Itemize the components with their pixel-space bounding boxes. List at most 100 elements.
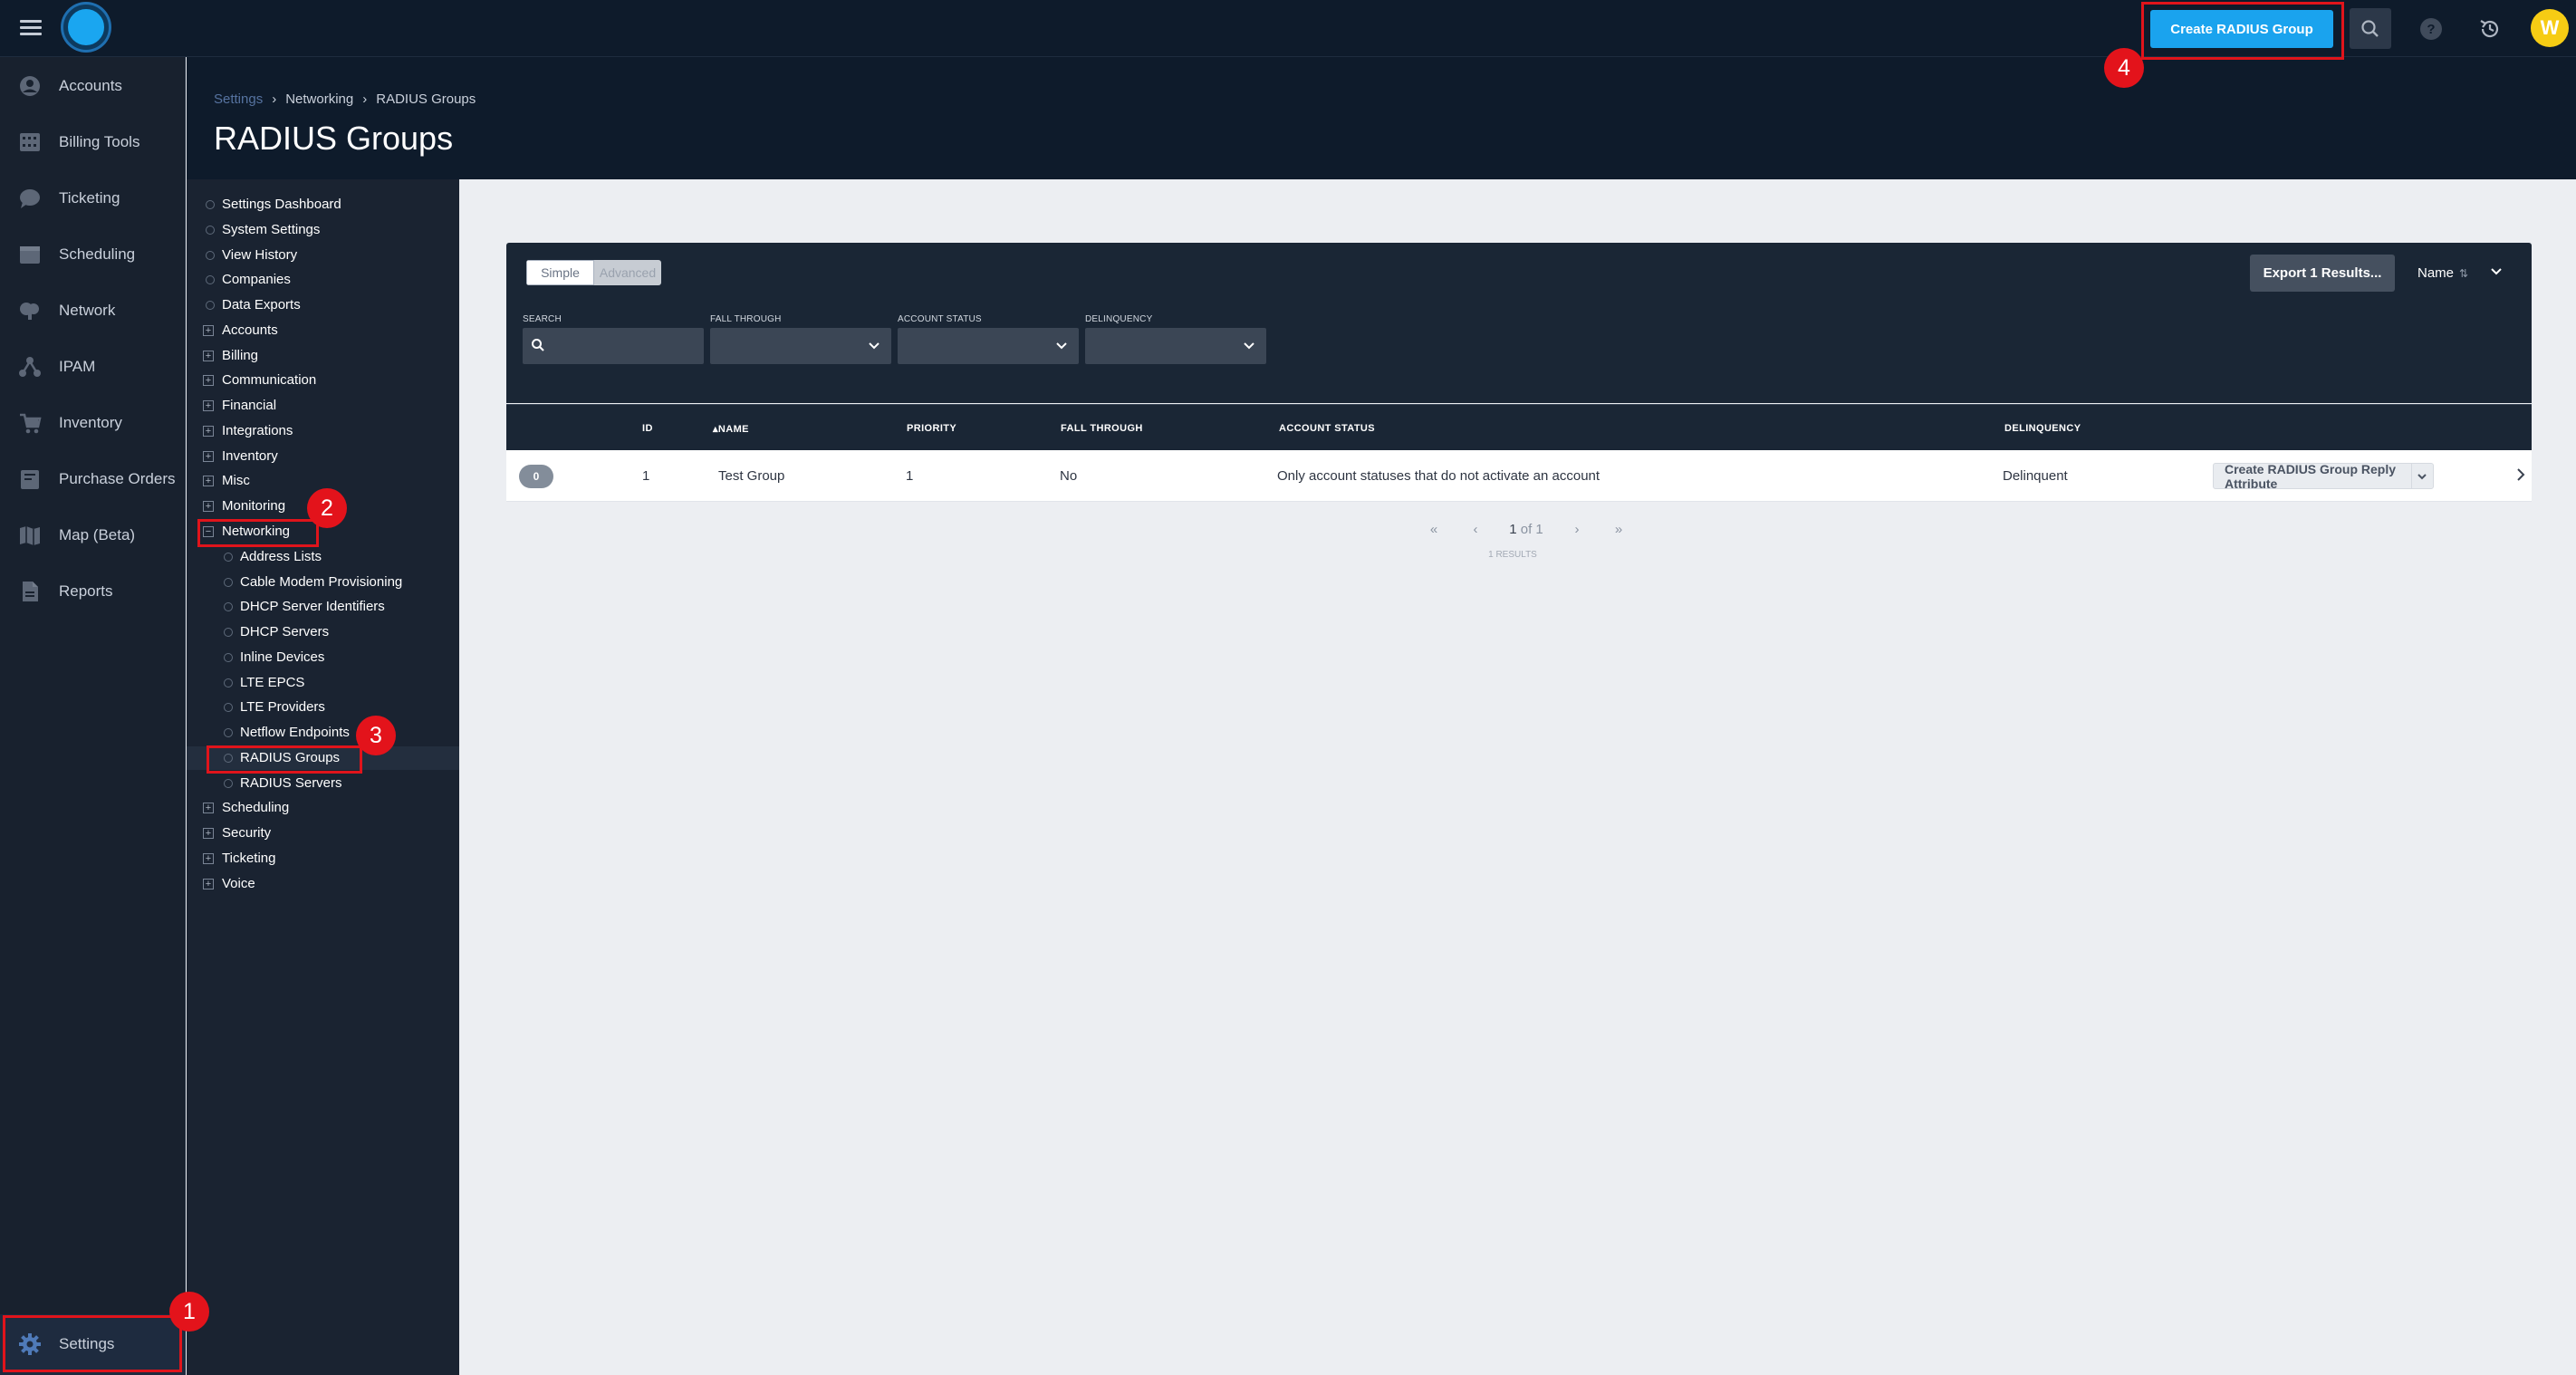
table-row[interactable]: 0 1 Test Group 1 No Only account statuse… xyxy=(506,450,2532,502)
nav-item-network[interactable]: Network xyxy=(0,290,186,332)
tree-group-communication[interactable]: + Communication xyxy=(187,369,459,392)
expand-icon: + xyxy=(203,501,214,512)
tree-group-scheduling[interactable]: + Scheduling xyxy=(187,796,459,820)
chevron-down-icon xyxy=(1244,342,1254,350)
tree-item-data-exports[interactable]: Data Exports xyxy=(187,293,459,317)
nav-item-accounts[interactable]: Accounts xyxy=(0,65,186,107)
purchase-order-icon xyxy=(21,470,39,489)
tree-group-voice[interactable]: + Voice xyxy=(187,872,459,896)
tree-item-dhcp-server-identifiers[interactable]: DHCP Server Identifiers xyxy=(187,595,459,619)
map-icon xyxy=(20,526,40,545)
annotation-step-1: 1 xyxy=(169,1292,209,1332)
tree-group-financial[interactable]: + Financial xyxy=(187,394,459,418)
bullet-icon xyxy=(224,553,233,562)
tree-item-radius-groups[interactable]: RADIUS Groups xyxy=(187,746,459,770)
export-results-button[interactable]: Export 1 Results... xyxy=(2250,255,2395,292)
expand-icon: + xyxy=(203,400,214,411)
tree-item-netflow-endpoints[interactable]: Netflow Endpoints xyxy=(187,721,459,745)
tree-item-address-lists[interactable]: Address Lists xyxy=(187,545,459,569)
nav-label: Network xyxy=(59,302,116,319)
calendar-icon xyxy=(20,246,40,264)
top-bar: Create RADIUS Group ? W xyxy=(0,0,2576,57)
expand-icon: + xyxy=(203,879,214,889)
bullet-icon xyxy=(224,728,233,737)
tree-group-inventory[interactable]: + Inventory xyxy=(187,445,459,468)
sort-select[interactable]: Name ⇅ xyxy=(2403,255,2519,292)
count-badge: 0 xyxy=(519,465,553,488)
nav-label: Ticketing xyxy=(59,189,120,207)
tree-item-companies[interactable]: Companies xyxy=(187,268,459,292)
nav-item-purchase-orders[interactable]: Purchase Orders xyxy=(0,458,186,500)
bullet-icon xyxy=(206,200,215,209)
nav-item-billing-tools[interactable]: Billing Tools xyxy=(0,121,186,163)
column-header-id[interactable]: ID xyxy=(642,423,653,434)
first-page-button[interactable]: « xyxy=(1413,522,1455,537)
nav-item-map-beta[interactable]: Map (Beta) xyxy=(0,514,186,556)
nav-item-scheduling[interactable]: Scheduling xyxy=(0,234,186,275)
gear-icon xyxy=(19,1333,41,1355)
settings-tree: Settings Dashboard System Settings View … xyxy=(187,179,459,1375)
sort-icon: ⇅ xyxy=(2459,266,2469,280)
help-icon[interactable]: ? xyxy=(2420,18,2442,40)
tree-item-view-history[interactable]: View History xyxy=(187,244,459,267)
user-avatar[interactable]: W xyxy=(2531,9,2569,47)
advanced-mode-tab[interactable]: Advanced xyxy=(594,260,661,285)
tree-item-lte-epcs[interactable]: LTE EPCS xyxy=(187,671,459,695)
bullet-icon xyxy=(224,653,233,662)
nav-label: Reports xyxy=(59,582,113,600)
nav-item-reports[interactable]: Reports xyxy=(0,571,186,612)
breadcrumb-networking[interactable]: Networking xyxy=(285,91,353,107)
expand-icon: + xyxy=(203,853,214,864)
account-status-select[interactable] xyxy=(898,328,1079,364)
expand-icon: + xyxy=(203,476,214,486)
ipam-nodes-icon xyxy=(19,357,41,377)
breadcrumb-settings[interactable]: Settings xyxy=(214,91,263,107)
nav-item-ticketing[interactable]: Ticketing xyxy=(0,178,186,219)
global-search-button[interactable] xyxy=(2350,8,2391,49)
column-header-fall-through[interactable]: FALL THROUGH xyxy=(1061,423,1143,434)
bullet-icon xyxy=(224,703,233,712)
nav-item-ipam[interactable]: IPAM xyxy=(0,346,186,388)
column-header-account-status[interactable]: ACCOUNT STATUS xyxy=(1279,423,1375,434)
search-input[interactable] xyxy=(523,328,704,364)
nav-item-inventory[interactable]: Inventory xyxy=(0,402,186,444)
tree-group-accounts[interactable]: + Accounts xyxy=(187,319,459,342)
tree-item-radius-servers[interactable]: RADIUS Servers xyxy=(187,772,459,795)
prev-page-button[interactable]: ‹ xyxy=(1455,522,1496,537)
tree-item-cable-modem-provisioning[interactable]: Cable Modem Provisioning xyxy=(187,571,459,594)
chevron-right-icon[interactable] xyxy=(2515,466,2526,483)
tree-item-system-settings[interactable]: System Settings xyxy=(187,218,459,242)
simple-mode-tab[interactable]: Simple xyxy=(526,260,594,285)
tree-item-dhcp-servers[interactable]: DHCP Servers xyxy=(187,620,459,644)
tree-item-lte-providers[interactable]: LTE Providers xyxy=(187,696,459,719)
chevron-down-icon[interactable] xyxy=(2417,472,2427,483)
tree-group-integrations[interactable]: + Integrations xyxy=(187,419,459,443)
tree-group-security[interactable]: + Security xyxy=(187,822,459,845)
expand-icon: + xyxy=(203,351,214,361)
last-page-button[interactable]: » xyxy=(1598,522,1639,537)
app-logo[interactable] xyxy=(63,5,109,50)
next-page-button[interactable]: › xyxy=(1556,522,1598,537)
column-header-priority[interactable]: PRIORITY xyxy=(907,423,956,434)
history-icon[interactable] xyxy=(2476,15,2504,43)
nav-label: IPAM xyxy=(59,358,96,375)
bullet-icon xyxy=(206,251,215,260)
tree-item-settings-dashboard[interactable]: Settings Dashboard xyxy=(187,193,459,216)
cell-name: Test Group xyxy=(718,468,785,484)
tree-group-ticketing[interactable]: + Ticketing xyxy=(187,847,459,870)
nav-item-settings[interactable]: Settings xyxy=(0,1314,186,1375)
tree-group-billing[interactable]: + Billing xyxy=(187,344,459,368)
menu-icon[interactable] xyxy=(20,20,42,36)
page-title: RADIUS Groups xyxy=(214,120,454,157)
tree-item-inline-devices[interactable]: Inline Devices xyxy=(187,646,459,669)
bullet-icon xyxy=(224,628,233,637)
column-header-name[interactable]: ▴NAME xyxy=(713,423,749,435)
delinquency-select[interactable] xyxy=(1085,328,1266,364)
create-radius-group-button[interactable]: Create RADIUS Group xyxy=(2150,10,2333,48)
create-reply-attribute-button[interactable]: Create RADIUS Group Reply Attribute xyxy=(2213,462,2434,491)
bullet-icon xyxy=(224,578,233,587)
nav-label: Accounts xyxy=(59,77,122,94)
column-header-delinquency[interactable]: DELINQUENCY xyxy=(2004,423,2081,434)
chevron-down-icon xyxy=(1056,342,1067,350)
fall-through-select[interactable] xyxy=(710,328,891,364)
